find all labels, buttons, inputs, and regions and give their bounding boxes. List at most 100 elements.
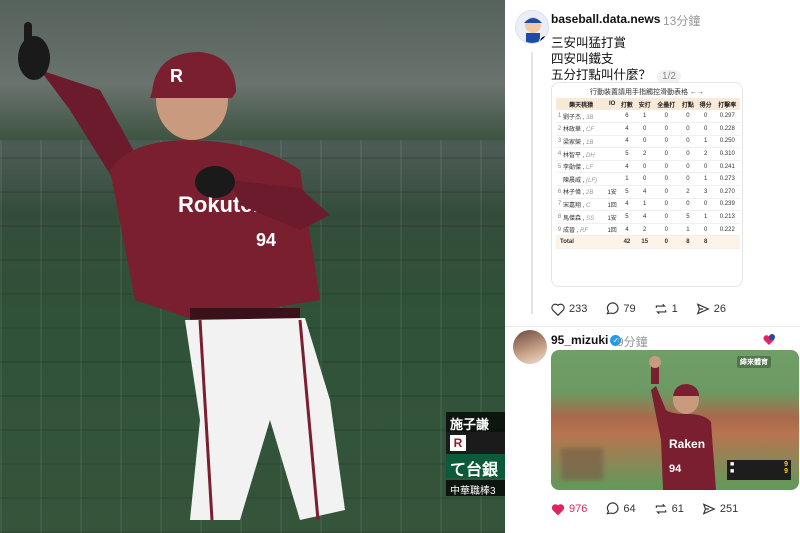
player-name-cell: 林智平 , DH: [563, 147, 607, 161]
stat-cell-hr: 0: [653, 135, 679, 149]
stat-cell-ab: 1: [618, 172, 636, 187]
stat-cell-hr: 0: [653, 210, 679, 224]
stat-cell-ab: 5: [618, 147, 636, 161]
svg-text:94: 94: [669, 463, 682, 475]
like-button[interactable]: 233: [551, 303, 587, 316]
scroll-hint: 行動裝置請用手指觸控滑動表格 ←→: [590, 89, 704, 96]
player-name-cell: 梁家榮 , 1B: [563, 135, 607, 149]
stat-cell-r: 1: [696, 172, 715, 187]
stat-cell-rbi: 0: [678, 198, 697, 212]
stat-cell-rbi: 0: [678, 147, 697, 161]
stat-cell-ab: 6: [618, 110, 636, 124]
stat-cell-r: 1: [696, 135, 715, 149]
stat-cell-h: 1: [635, 198, 654, 212]
stat-cell-h: 0: [635, 160, 654, 174]
stat-cell-hr: 0: [653, 122, 679, 136]
row-number: 1: [556, 110, 563, 124]
like-count: 233: [569, 303, 588, 315]
row-number: [556, 172, 563, 187]
stat-cell-hr: 0: [653, 172, 679, 187]
share-button[interactable]: 251: [702, 502, 738, 516]
stat-cell-hr: 0: [653, 185, 679, 199]
row-number: 6: [556, 185, 563, 199]
io-cell: 1回: [606, 223, 619, 237]
comment-count: 79: [623, 303, 636, 315]
comment-count: 64: [623, 503, 636, 515]
stat-cell-r: 0: [696, 223, 715, 237]
comment-button[interactable]: 79: [605, 302, 636, 316]
stat-cell-r: 1: [696, 210, 715, 224]
player-name-cell: 成晉 , RF: [563, 223, 607, 237]
stat-cell-ab: 4: [618, 122, 636, 136]
stat-cell-rbi: 0: [678, 172, 697, 187]
stat-cell-h: 2: [635, 147, 654, 161]
comment-button[interactable]: 64: [605, 502, 636, 516]
arrow-right-icon: →: [696, 89, 704, 96]
repost-button[interactable]: 61: [654, 502, 684, 516]
io-cell: [606, 147, 619, 161]
post-divider: [505, 326, 800, 327]
stat-cell-ab: 5: [618, 185, 636, 199]
io-cell: [606, 172, 619, 187]
send-icon: [702, 503, 716, 515]
share-button[interactable]: 26: [696, 302, 726, 316]
video-scorebug: ■ 9 ■ 9: [727, 460, 791, 480]
heart-filled-icon: [551, 503, 565, 515]
row-number: 9: [556, 223, 563, 237]
like-button[interactable]: 976: [551, 503, 587, 516]
post-username[interactable]: 95_mizuki ✓: [551, 333, 622, 347]
post-timestamp: 9分鐘: [617, 335, 648, 349]
post-username[interactable]: baseball.data.news: [551, 12, 660, 26]
table-row: 5 李勛傑 , LF 4 0 0 0 0 0.241: [556, 160, 740, 174]
avatar[interactable]: [513, 330, 547, 364]
follow-plus-icon[interactable]: +: [539, 35, 548, 43]
stat-cell-h: 0: [635, 122, 654, 136]
repost-button[interactable]: 1: [654, 302, 678, 316]
row-number: 8: [556, 210, 563, 224]
post-video[interactable]: 緯來體育 Raken 94 ■ 9 ■ 9: [551, 350, 799, 490]
post-actions: 233 79 1 26: [551, 300, 744, 318]
row-number: 2: [556, 122, 563, 136]
stat-cell-avg: 0.241: [714, 160, 740, 174]
player-name-cell: 馬傑森 , SS: [563, 210, 607, 224]
stat-cell-hr: 0: [653, 160, 679, 174]
tv-overlay-league: 中華職棒3: [446, 480, 505, 496]
table-row: 陳晨威 , (LF) 1 0 0 0 1 0.273: [556, 172, 740, 187]
total-cell-hr: 0: [653, 235, 679, 250]
stat-cell-avg: 0.297: [714, 110, 740, 124]
stat-cell-h: 4: [635, 210, 654, 224]
total-label: Total: [556, 235, 619, 250]
total-cell-r: 8: [696, 235, 715, 250]
stat-cell-ab: 4: [618, 198, 636, 212]
row-number: 5: [556, 160, 563, 174]
stat-cell-h: 0: [635, 172, 654, 187]
total-cell-ab: 42: [618, 235, 636, 250]
table-total-row: Total 42 15 0 8 8: [556, 235, 740, 250]
avatar[interactable]: +: [515, 10, 549, 44]
table-row: 4 林智平 , DH 5 2 0 0 2 0.310: [556, 147, 740, 161]
svg-text:Raken: Raken: [669, 437, 705, 451]
stat-cell-ab: 4: [618, 135, 636, 149]
stat-cell-rbi: 0: [678, 110, 697, 124]
stat-cell-ab: 5: [618, 210, 636, 224]
tv-overlay-team-b: て台銀: [446, 454, 505, 478]
stat-cell-h: 1: [635, 110, 654, 124]
total-cell-h: 15: [635, 235, 654, 250]
box-score-table: 樂天桃猿 IO 打數 安打 全壘打 打點 得分 打擊率 1 劉子杰 , 3B 6 1 0…: [556, 98, 740, 250]
box-score-image[interactable]: 行動裝置請用手指觸控滑動表格 ←→ 樂天桃猿 IO 打數 安打 全壘打 打點 得…: [551, 82, 743, 287]
stat-cell-avg: 0.239: [714, 198, 740, 212]
row-number: 7: [556, 198, 563, 212]
stat-cell-rbi: 0: [678, 135, 697, 149]
heart-icon: [551, 303, 565, 316]
player-name-cell: 林政華 , CF: [563, 122, 607, 136]
tv-overlay-team-a: R: [446, 432, 505, 454]
player-name-cell: 林子偉 , 2B: [563, 185, 607, 199]
repost-icon: [655, 303, 666, 315]
stat-cell-h: 4: [635, 185, 654, 199]
svg-text:R: R: [170, 66, 183, 86]
post-timestamp: 13分鐘: [663, 14, 701, 28]
baseball-team-reaction-icon: [763, 334, 775, 345]
table-header: 打數: [618, 98, 636, 110]
total-cell-rbi: 8: [678, 235, 697, 250]
stat-cell-hr: 0: [653, 198, 679, 212]
